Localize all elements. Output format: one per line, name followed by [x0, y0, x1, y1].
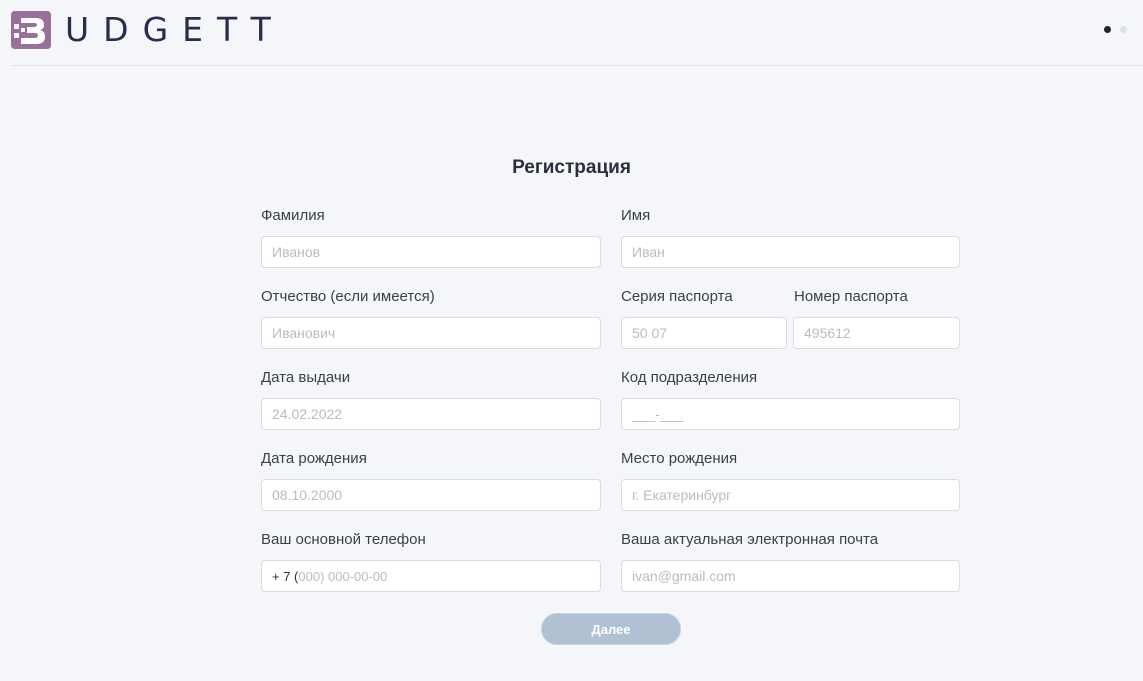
page-title: Регистрация: [512, 157, 631, 178]
birth-place-label: Место рождения: [621, 450, 738, 467]
first-name-input[interactable]: Иван: [621, 236, 960, 268]
logo-text: UDGETT: [65, 10, 285, 49]
phone-placeholder: 000) 000-00-00: [298, 568, 388, 584]
issue-date-label: Дата выдачи: [261, 369, 351, 386]
logo[interactable]: UDGETT: [11, 11, 285, 49]
issue-date-input[interactable]: 24.02.2022: [261, 398, 601, 430]
pagination-dot-active[interactable]: [1104, 26, 1111, 33]
passport-number-input[interactable]: 495612: [793, 317, 960, 349]
passport-series-label: Серия паспорта: [621, 288, 733, 305]
last-name-input[interactable]: Иванов: [261, 236, 601, 268]
patronymic-label: Отчество (если имеется): [261, 288, 435, 305]
division-code-label: Код подразделения: [621, 369, 758, 386]
passport-number-label: Номер паспорта: [794, 288, 908, 305]
pagination-dots: [1104, 26, 1127, 33]
first-name-label: Имя: [621, 207, 651, 224]
birth-date-label: Дата рождения: [261, 450, 367, 467]
logo-mark-icon: [11, 11, 51, 49]
patronymic-input[interactable]: Иванович: [261, 317, 601, 349]
division-code-input[interactable]: ___-___: [621, 398, 960, 430]
phone-prefix: + 7 (: [272, 568, 299, 584]
birth-place-input[interactable]: г. Екатеринбург: [621, 479, 960, 511]
email-label: Ваша актуальная электронная почта: [621, 531, 879, 548]
next-button[interactable]: Далее: [541, 613, 681, 645]
birth-date-input[interactable]: 08.10.2000: [261, 479, 601, 511]
last-name-label: Фамилия: [261, 207, 325, 224]
header: UDGETT: [11, 0, 1143, 66]
passport-series-input[interactable]: 50 07: [621, 317, 787, 349]
phone-input[interactable]: + 7 (000) 000-00-00: [261, 560, 601, 592]
email-input[interactable]: ivan@gmail.com: [621, 560, 960, 592]
phone-label: Ваш основной телефон: [261, 531, 426, 548]
pagination-dot[interactable]: [1120, 26, 1127, 33]
